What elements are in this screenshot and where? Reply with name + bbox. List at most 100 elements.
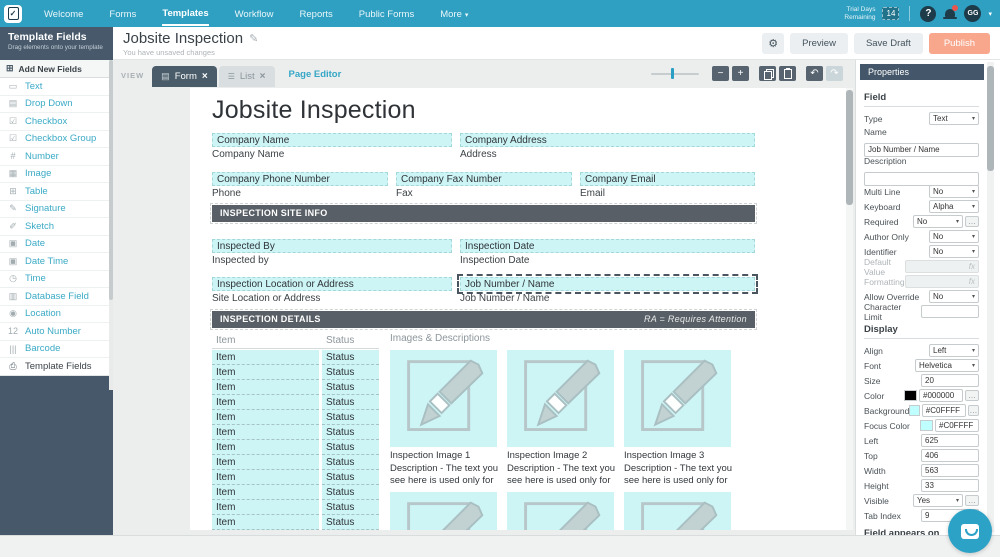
zoom-slider-handle[interactable] — [671, 68, 674, 79]
properties-scrollbar[interactable] — [987, 62, 994, 532]
table-cell[interactable]: Item — [212, 515, 319, 530]
zoom-out-button[interactable]: − — [712, 66, 729, 81]
table-cell[interactable]: Item — [212, 500, 319, 515]
nav-item-welcome[interactable]: Welcome — [44, 2, 83, 25]
property-input-character-limit[interactable] — [921, 305, 979, 318]
form-field-company-fax-number[interactable]: Company Fax Number Fax — [396, 172, 572, 199]
property-select-allow-override[interactable]: No ▾ — [929, 290, 979, 303]
table-cell[interactable]: Status — [322, 485, 379, 500]
paste-button[interactable] — [779, 66, 796, 81]
property-select-font[interactable]: Helvetica ▾ — [915, 359, 979, 372]
zoom-slider[interactable] — [651, 68, 699, 79]
sidebar-item-text[interactable]: ▭ Text — [0, 78, 113, 96]
edit-title-icon[interactable]: ✎ — [249, 32, 258, 45]
sidebar-item-table[interactable]: ⊞ Table — [0, 183, 113, 201]
inspection-image-3[interactable] — [624, 350, 731, 447]
page-editor-link[interactable]: Page Editor — [289, 69, 342, 80]
table-cell[interactable]: Status — [322, 440, 379, 455]
property-input-name[interactable] — [864, 142, 979, 157]
table-cell[interactable]: Item — [212, 350, 319, 365]
table-cell[interactable]: Status — [322, 470, 379, 485]
table-cell[interactable]: Status — [322, 365, 379, 380]
user-avatar[interactable]: GG — [964, 5, 982, 22]
table-cell[interactable]: Item — [212, 425, 319, 440]
form-field-company-address[interactable]: Company Address Address — [460, 133, 755, 160]
sidebar-item-auto-number[interactable]: 12 Auto Number — [0, 323, 113, 341]
sidebar-item-image[interactable]: ▦ Image — [0, 165, 113, 183]
zoom-in-button[interactable]: + — [732, 66, 749, 81]
property-select-align[interactable]: Left ▾ — [929, 344, 979, 357]
inspection-image-2[interactable] — [507, 350, 614, 447]
property-select-required[interactable]: No ▾ — [913, 215, 963, 228]
table-cell[interactable]: Item — [212, 455, 319, 470]
form-field-company-name[interactable]: Company Name Company Name — [212, 133, 452, 160]
nav-item-workflow[interactable]: Workflow — [235, 2, 274, 25]
form-field-inspection-location-or-address[interactable]: Inspection Location or Address Site Locat… — [212, 277, 452, 304]
sidebar-item-checkbox[interactable]: ☑ Checkbox — [0, 113, 113, 131]
app-logo[interactable]: ✓ — [4, 4, 22, 23]
nav-item-reports[interactable]: Reports — [300, 2, 333, 25]
close-icon[interactable]: × — [260, 71, 266, 82]
property-select-visible[interactable]: Yes ▾ — [913, 494, 963, 507]
preview-button[interactable]: Preview — [790, 32, 848, 54]
chevron-down-icon[interactable]: ▾ — [988, 10, 992, 18]
nav-item-public-forms[interactable]: Public Forms — [359, 2, 414, 25]
color-swatch-color[interactable] — [904, 390, 917, 401]
section-inspection-site-info[interactable]: INSPECTION SITE INFO — [210, 203, 757, 224]
property-select-keyboard[interactable]: Alpha ▾ — [929, 200, 979, 213]
sidebar-item-drop-down[interactable]: ▤ Drop Down — [0, 95, 113, 113]
sidebar-item-checkbox-group[interactable]: ☑ Checkbox Group — [0, 130, 113, 148]
table-cell[interactable]: Item — [212, 410, 319, 425]
sidebar-item-location[interactable]: ◉ Location — [0, 305, 113, 323]
property-input-height[interactable] — [921, 479, 979, 492]
form-title[interactable]: Jobsite Inspection — [212, 96, 416, 125]
property-input-top[interactable] — [921, 449, 979, 462]
undo-button[interactable]: ↶ — [806, 66, 823, 81]
ellipsis-button[interactable]: … — [965, 216, 979, 227]
table-cell[interactable]: Item — [212, 470, 319, 485]
sidebar-item-time[interactable]: ◷ Time — [0, 270, 113, 288]
property-input-description[interactable] — [864, 171, 979, 186]
nav-item-templates[interactable]: Templates — [162, 1, 209, 26]
sidebar-item-number[interactable]: # Number — [0, 148, 113, 166]
table-cell[interactable]: Status — [322, 350, 379, 365]
sidebar-item-date[interactable]: ▣ Date — [0, 235, 113, 253]
inspection-image-1[interactable] — [390, 350, 497, 447]
help-icon[interactable]: ? — [920, 5, 937, 22]
sidebar-item-database-field[interactable]: ▥ Database Field — [0, 288, 113, 306]
inspection-image-row2-1[interactable] — [390, 491, 497, 530]
form-field-job-number-name[interactable]: Job Number / Name Job Number / Name — [457, 274, 758, 304]
table-cell[interactable]: Status — [322, 410, 379, 425]
nav-item-more[interactable]: More ▾ — [440, 2, 468, 25]
save-draft-button[interactable]: Save Draft — [853, 32, 923, 54]
ellipsis-button[interactable]: … — [965, 390, 979, 401]
property-input-color[interactable] — [919, 389, 963, 402]
nav-item-forms[interactable]: Forms — [109, 2, 136, 25]
table-cell[interactable]: Item — [212, 365, 319, 380]
table-cell[interactable]: Status — [322, 500, 379, 515]
form-field-inspection-date[interactable]: Inspection Date Inspection Date — [460, 239, 755, 266]
table-cell[interactable]: Item — [212, 395, 319, 410]
close-icon[interactable]: × — [202, 71, 208, 82]
table-cell[interactable]: Status — [322, 455, 379, 470]
settings-gear-button[interactable]: ⚙ — [762, 32, 785, 54]
section-inspection-details[interactable]: INSPECTION DETAILS RA = Requires Attenti… — [210, 309, 757, 330]
property-select-identifier[interactable]: No ▾ — [929, 245, 979, 258]
redo-button[interactable]: ↷ — [826, 66, 843, 81]
color-swatch-background[interactable] — [909, 405, 920, 416]
sidebar-item-barcode[interactable]: ||| Barcode — [0, 340, 113, 358]
property-select-author-only[interactable]: No ▾ — [929, 230, 979, 243]
tab-list[interactable]: ☰ List × — [218, 66, 275, 87]
sidebar-item-template-fields[interactable]: ⎙ Template Fields — [0, 358, 113, 376]
table-cell[interactable]: Item — [212, 440, 319, 455]
property-input-size[interactable] — [921, 374, 979, 387]
property-input-focus-color[interactable] — [935, 419, 979, 432]
property-select-type[interactable]: Text ▾ — [929, 112, 979, 125]
notifications-bell-icon[interactable] — [943, 4, 959, 21]
property-input-background[interactable] — [921, 404, 966, 417]
property-select-multi-line[interactable]: No ▾ — [929, 185, 979, 198]
copy-button[interactable] — [759, 66, 776, 81]
form-field-company-email[interactable]: Company Email Email — [580, 172, 755, 199]
ellipsis-button[interactable]: … — [965, 495, 979, 506]
canvas-scrollbar[interactable] — [846, 88, 853, 530]
